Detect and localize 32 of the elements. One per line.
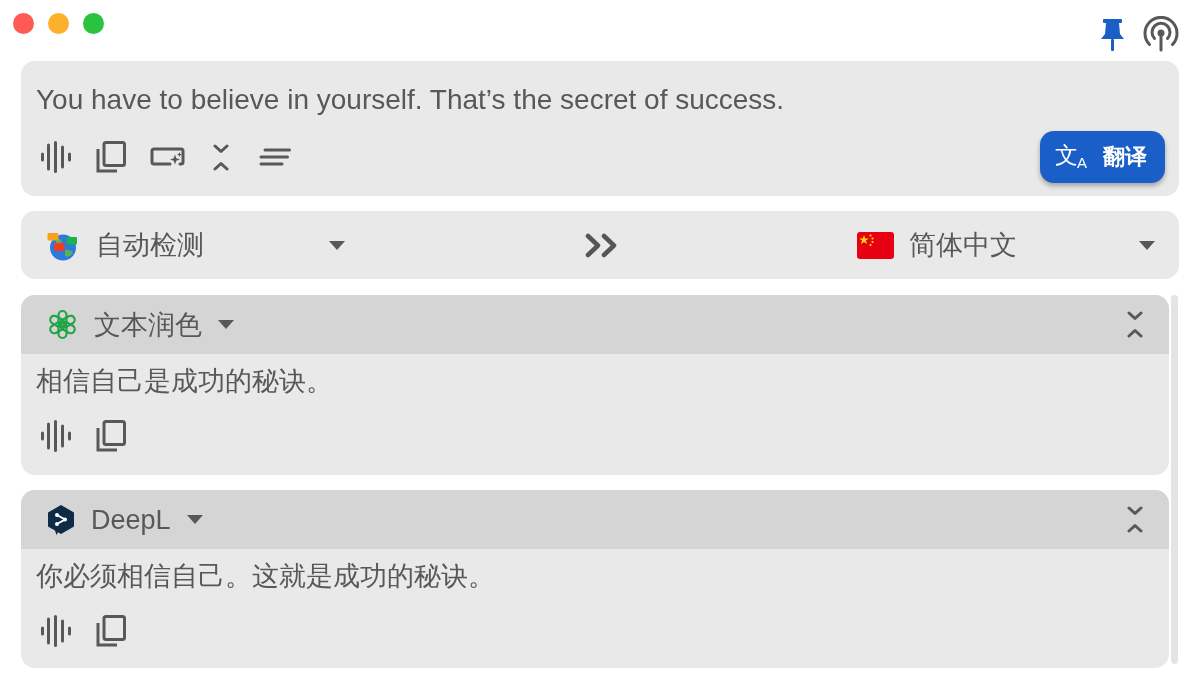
translation-text: 相信自己是成功的秘诀。: [36, 365, 334, 398]
translate-button[interactable]: 文$_{A}$ 翻译: [1040, 131, 1165, 183]
caret-icon: [218, 320, 234, 329]
language-dropdown[interactable]: 自动检测: [47, 227, 345, 263]
copy-icon[interactable]: [96, 420, 126, 452]
collapse-icon[interactable]: [213, 143, 229, 171]
broadcast-icon[interactable]: [1143, 16, 1179, 52]
language-dropdown[interactable]: 简体中文: [857, 227, 1155, 263]
service-dropdown[interactable]: 文本润色: [47, 306, 234, 343]
text-lines-icon[interactable]: [259, 148, 291, 166]
caret-icon: [329, 240, 345, 250]
hexagon-icon: [47, 504, 75, 535]
scrollbar[interactable]: [1171, 295, 1178, 664]
input-field[interactable]: You have to believe in yourself. That’s the secret of success.: [36, 82, 1165, 118]
caret-icon: [1139, 240, 1155, 250]
flower-icon: [47, 309, 78, 340]
flag-icon: [857, 231, 894, 259]
caret-icon: [186, 515, 203, 524]
translate-icon: 文$_{A}$: [1055, 144, 1087, 170]
sound-wave-icon[interactable]: [40, 615, 72, 647]
double-chevron-icon[interactable]: [584, 232, 618, 258]
close-button[interactable]: [13, 13, 34, 34]
translation-text: 你必须相信自己。这就是成功的秘诀。: [36, 560, 496, 593]
collapse-icon[interactable]: [1127, 311, 1143, 338]
collapse-icon[interactable]: [1127, 506, 1143, 533]
pin-icon[interactable]: [1100, 17, 1125, 51]
service-dropdown[interactable]: DeepL: [47, 501, 203, 538]
sound-wave-icon[interactable]: [40, 141, 72, 173]
copy-icon[interactable]: [96, 615, 126, 647]
screen-sparkle-icon[interactable]: [150, 147, 185, 167]
sound-wave-icon[interactable]: [40, 420, 72, 452]
copy-icon[interactable]: [96, 141, 126, 173]
